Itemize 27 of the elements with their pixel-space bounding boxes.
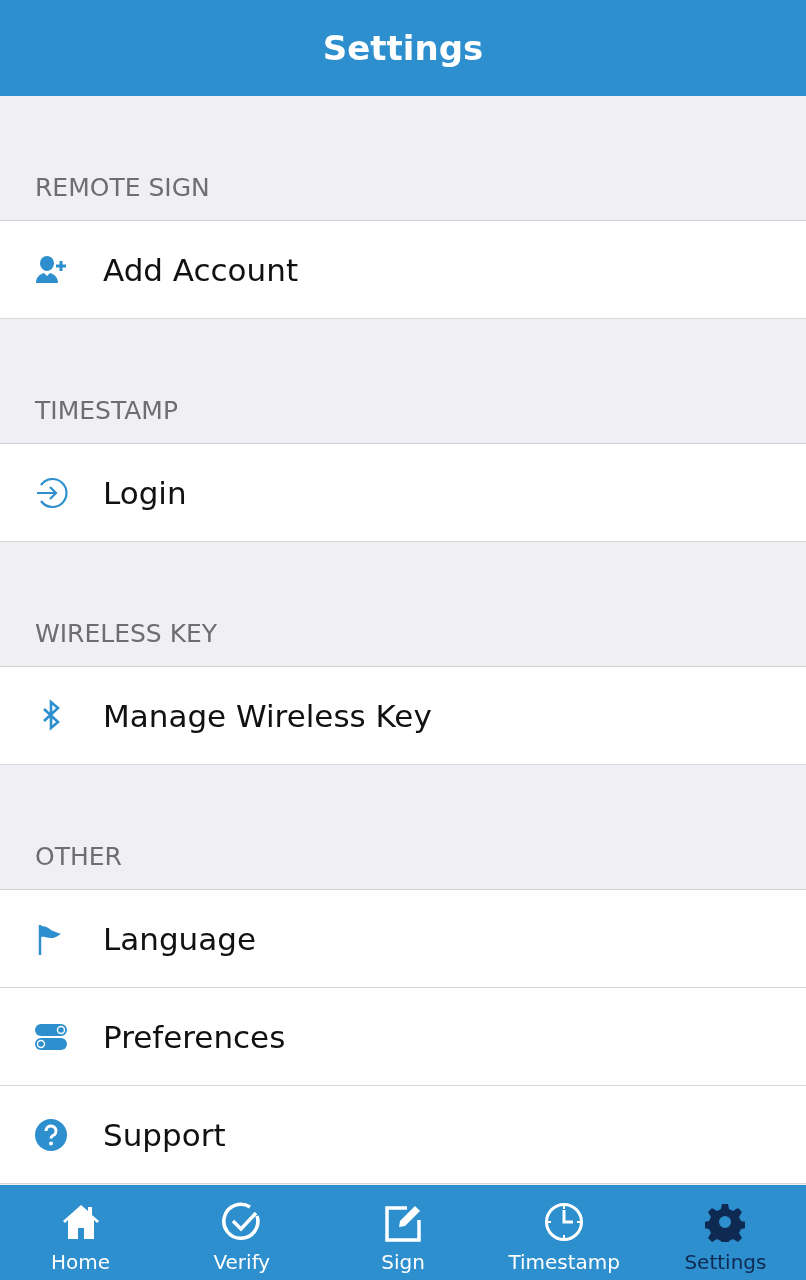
section-title: WIRELESS KEY <box>35 619 218 648</box>
clock-icon <box>544 1202 585 1242</box>
section-title: TIMESTAMP <box>35 396 178 425</box>
settings-icon <box>705 1202 746 1242</box>
tab[interactable]: Settings <box>644 1185 806 1280</box>
settings-item[interactable]: Preferences <box>0 988 806 1086</box>
item-label: Login <box>103 474 187 511</box>
item-label: Manage Wireless Key <box>103 697 432 734</box>
item-label: Language <box>103 920 256 957</box>
settings-item[interactable]: Add Account <box>0 221 806 319</box>
tab[interactable]: Verify <box>161 1185 323 1280</box>
item-label: Support <box>103 1116 226 1153</box>
check-circle-icon <box>221 1202 262 1242</box>
settings-item[interactable]: Language <box>0 890 806 988</box>
tab[interactable]: Timestamp <box>483 1185 645 1280</box>
section-title: OTHER <box>35 842 122 871</box>
help-icon <box>34 1117 68 1152</box>
section-title: REMOTE SIGN <box>35 173 210 202</box>
item-label: Preferences <box>103 1018 286 1055</box>
tab[interactable]: Sign <box>322 1185 484 1280</box>
settings-item[interactable]: Manage Wireless Key <box>0 667 806 765</box>
item-label: Add Account <box>103 251 299 288</box>
login-icon <box>34 475 68 510</box>
page-title: Settings <box>322 28 484 68</box>
settings-item[interactable]: Support <box>0 1086 806 1184</box>
tab[interactable]: Home <box>0 1185 162 1280</box>
settings-item[interactable]: Login <box>0 444 806 542</box>
